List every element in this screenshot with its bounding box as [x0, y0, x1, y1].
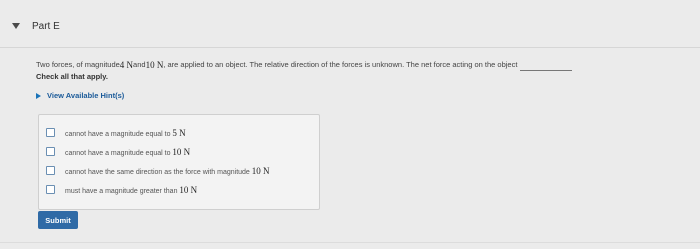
answer-options: cannot have a magnitude equal to 5 N can… — [38, 114, 320, 210]
option-4[interactable]: must have a magnitude greater than 10 N — [39, 180, 319, 199]
option-3[interactable]: cannot have the same direction as the fo… — [39, 161, 319, 180]
part-title: Part E — [32, 20, 60, 32]
expand-caret-icon[interactable] — [36, 92, 41, 99]
checkbox[interactable] — [46, 128, 55, 137]
option-value: 5 N — [172, 127, 186, 138]
checkbox[interactable] — [46, 147, 55, 156]
question-text-part-3: , are applied to an object. The relative… — [163, 60, 518, 69]
option-text: cannot have the same direction as the fo… — [65, 168, 252, 176]
question-text: Two forces, of magnitude 4 N and 10 N , … — [36, 59, 676, 71]
question-text-part-1: Two forces, of magnitude — [36, 60, 120, 69]
checkbox[interactable] — [46, 185, 55, 194]
option-value: 10 N — [172, 146, 191, 157]
option-value: 10 N — [251, 165, 270, 176]
question-text-part-2: and — [133, 60, 146, 69]
collapse-caret-icon[interactable] — [12, 23, 20, 29]
option-value: 10 N — [179, 184, 198, 195]
force-value-1: 4 N — [119, 60, 134, 70]
option-label[interactable]: cannot have a magnitude equal to 5 N — [65, 128, 186, 138]
header-divider — [0, 47, 700, 48]
option-text: cannot have a magnitude equal to — [65, 130, 173, 138]
hint-label[interactable]: View Available Hint(s) — [47, 91, 124, 100]
answer-blank — [520, 62, 573, 71]
question-page: Part E Two forces, of magnitude 4 N and … — [0, 0, 700, 249]
option-label[interactable]: cannot have a magnitude equal to 10 N — [65, 147, 190, 157]
option-label[interactable]: must have a magnitude greater than 10 N — [65, 185, 197, 195]
option-1[interactable]: cannot have a magnitude equal to 5 N — [39, 123, 319, 142]
force-value-2: 10 N — [145, 60, 164, 70]
checkbox[interactable] — [46, 166, 55, 175]
option-text: must have a magnitude greater than — [65, 187, 180, 195]
option-text: cannot have a magnitude equal to — [65, 149, 173, 157]
option-label[interactable]: cannot have the same direction as the fo… — [65, 166, 270, 176]
instruction-text: Check all that apply. — [36, 72, 108, 81]
submit-button[interactable]: Submit — [38, 211, 78, 229]
view-hints-link[interactable]: View Available Hint(s) — [36, 91, 124, 100]
part-header-toggle[interactable]: Part E — [12, 16, 60, 36]
option-2[interactable]: cannot have a magnitude equal to 10 N — [39, 142, 319, 161]
footer-divider — [0, 242, 700, 243]
